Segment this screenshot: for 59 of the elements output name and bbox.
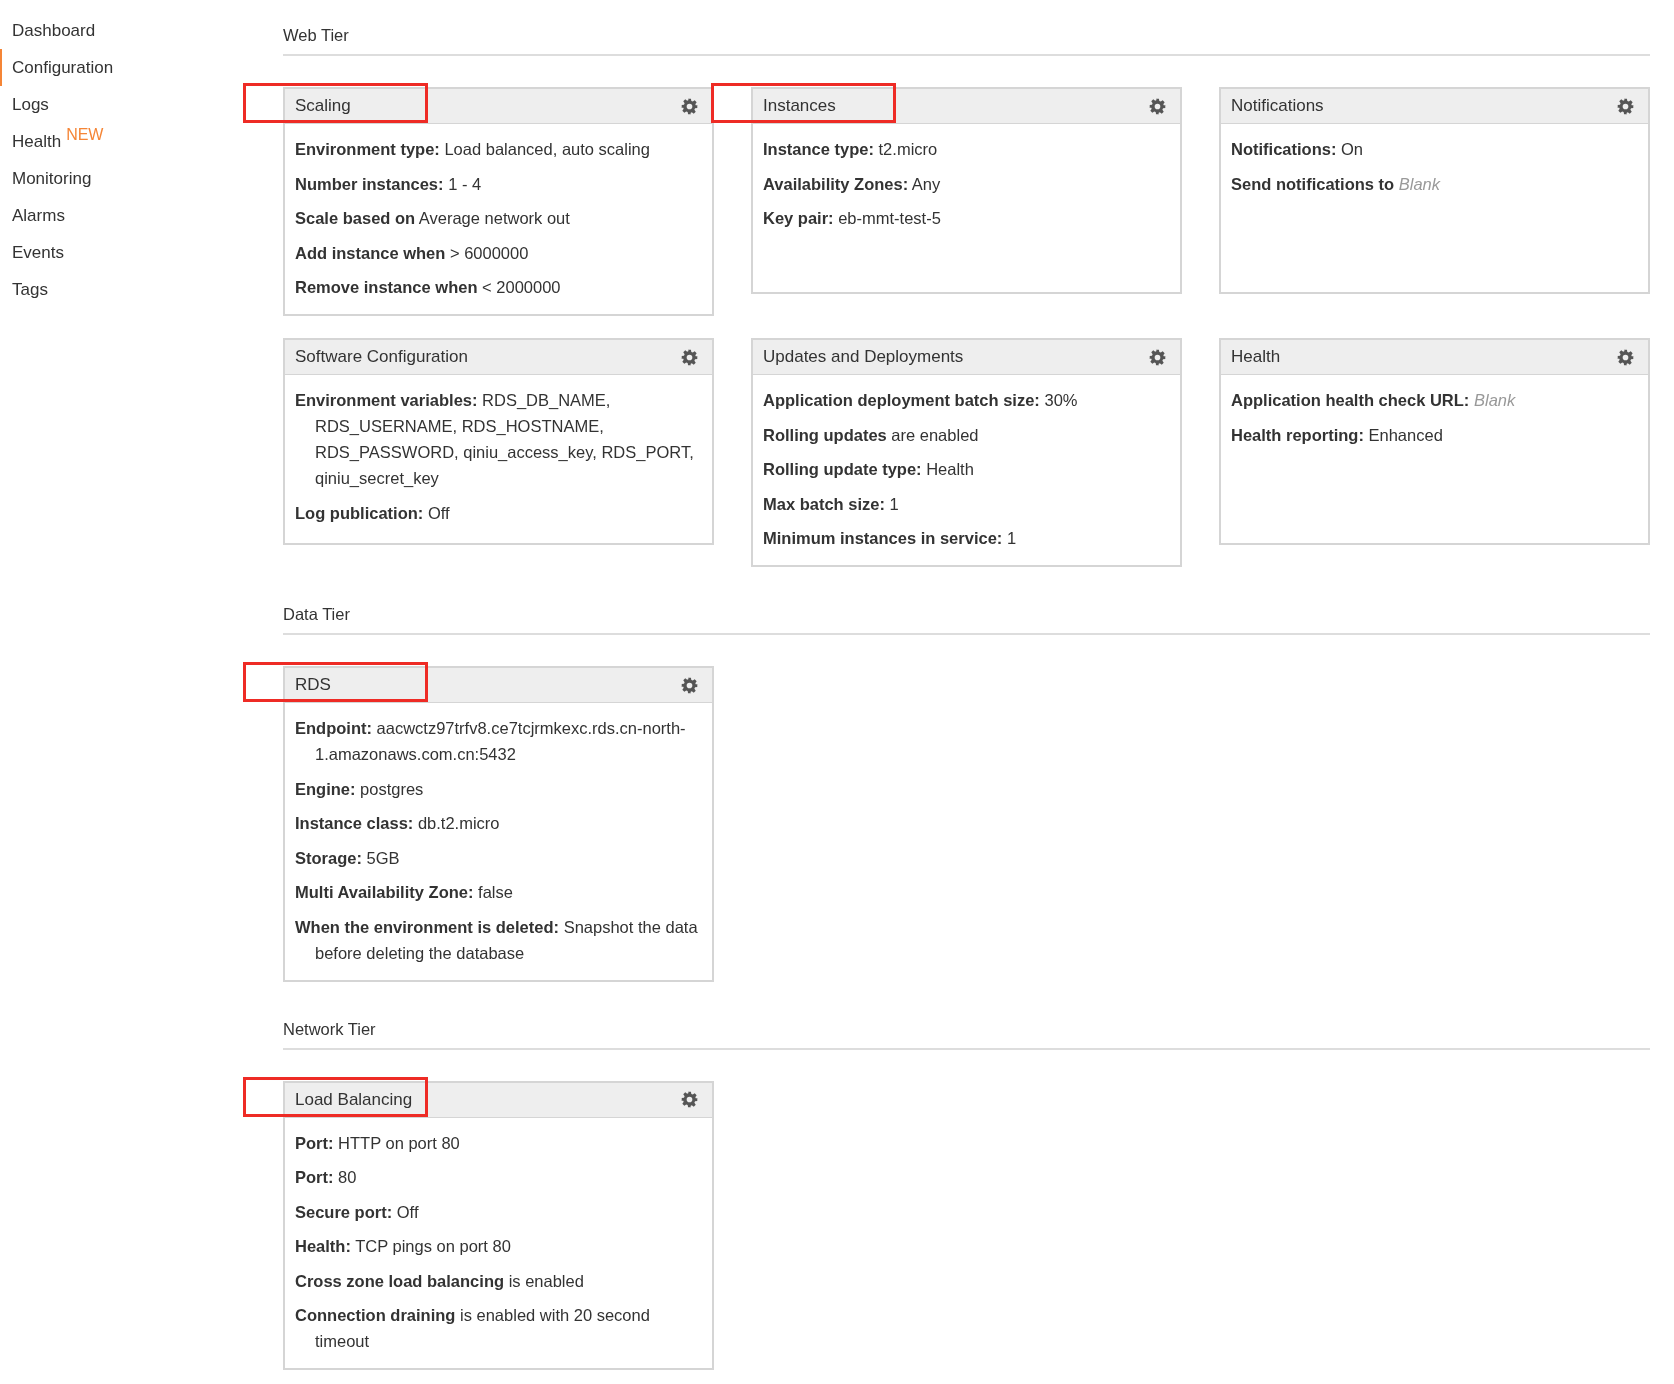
setting-text: Environment variables: RDS_DB_NAME, RDS_USERNAME, RDS_HOSTNAME, RDS_PASSWORD, qiniu_access_key, RDS_PORT, qiniu_secret_key: [295, 390, 695, 489]
setting-text: Application health check URL: Blank: [1231, 390, 1517, 411]
setting-text: Environment type: Load balanced, auto scaling: [295, 139, 651, 160]
settings-icon[interactable]: [1149, 348, 1166, 366]
setting-text: Cross zone load balancing is enabled: [295, 1270, 585, 1292]
setting-text: Rolling update type: Health: [763, 459, 975, 480]
settings-icon[interactable]: [1617, 348, 1634, 366]
setting-text: Send notifications to Blank: [1231, 173, 1442, 195]
setting-text: Instance class: db.t2.micro: [295, 813, 501, 834]
settings-icon[interactable]: [681, 97, 698, 115]
settings-icon[interactable]: [1149, 97, 1166, 115]
new-label: NEW: [66, 125, 104, 145]
setting-text: Remove instance when < 2000000: [295, 277, 562, 298]
card-title: Notifications: [1231, 96, 1324, 116]
nav-item[interactable]: Health NEW: [0, 123, 283, 160]
setting-text: Availability Zones: Any: [763, 173, 942, 195]
settings-icon[interactable]: [1617, 97, 1634, 115]
card-title: Load Balancing: [295, 1089, 413, 1110]
setting-text: Health reporting: Enhanced: [1231, 424, 1444, 446]
setting-text: Key pair: eb-mmt-test-5: [763, 208, 942, 229]
nav-item[interactable]: Alarms: [0, 197, 283, 234]
setting-text: Add instance when > 6000000: [295, 242, 530, 264]
settings-icon[interactable]: [681, 348, 698, 366]
setting-text: Log publication: Off: [295, 502, 451, 524]
settings-icon[interactable]: [681, 676, 698, 694]
card-title: RDS: [295, 675, 331, 695]
setting-text: Instance type: t2.micro: [763, 139, 939, 160]
setting-text: Port: HTTP on port 80: [295, 1132, 461, 1154]
setting-text: Endpoint: aacwctz97trfv8.ce7tcjrmkexc.rds.cn-north-1.amazonaws.com.cn:5432: [295, 718, 687, 765]
setting-text: Engine: postgres: [295, 778, 425, 800]
section-title: Web Tier: [283, 26, 349, 44]
setting-text: Rolling updates are enabled: [763, 424, 980, 446]
section-title: Network Tier: [283, 1019, 376, 1038]
setting-text: Number instances: 1 - 4: [295, 173, 483, 195]
card-title: Health: [1231, 347, 1281, 367]
setting-text: Application deployment batch size: 30%: [763, 390, 1079, 411]
nav-item[interactable]: Events: [0, 234, 283, 271]
setting-text: Storage: 5GB: [295, 847, 401, 869]
nav-item[interactable]: Tags: [0, 271, 283, 308]
card-title: Scaling: [295, 96, 351, 116]
nav-item[interactable]: Dashboard: [0, 12, 283, 49]
card-title: Instances: [763, 96, 836, 116]
settings-icon[interactable]: [681, 1091, 698, 1108]
setting-text: Scale based on Average network out: [295, 208, 571, 229]
nav-item[interactable]: Configuration: [0, 49, 283, 86]
setting-text: When the environment is deleted: Snapshot the data before deleting the database: [295, 916, 699, 964]
section-title: Data Tier: [283, 605, 350, 623]
card-title: Software Configuration: [295, 347, 468, 367]
setting-text: Secure port: Off: [295, 1201, 420, 1223]
setting-text: Minimum instances in service: 1: [763, 528, 1018, 549]
setting-text: Notifications: On: [1231, 139, 1365, 160]
setting-text: Connection draining is enabled with 20 second timeout: [295, 1305, 651, 1352]
setting-text: Port: 80: [295, 1167, 358, 1188]
setting-text: Health: TCP pings on port 80: [295, 1236, 512, 1257]
card-title: Updates and Deployments: [763, 347, 964, 367]
setting-text: Max batch size: 1: [763, 493, 900, 515]
nav-item[interactable]: Logs: [0, 86, 283, 123]
setting-text: Multi Availability Zone: false: [295, 882, 514, 903]
nav-item[interactable]: Monitoring: [0, 160, 283, 197]
